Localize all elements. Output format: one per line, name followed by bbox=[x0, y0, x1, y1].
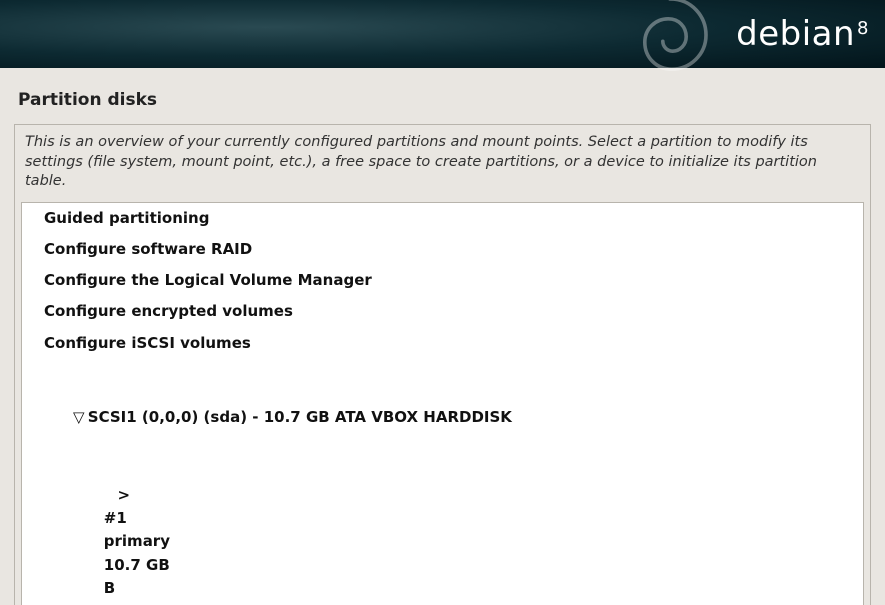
partition-listbox[interactable]: Guided partitioning Configure software R… bbox=[21, 202, 864, 605]
brand-name: debian bbox=[736, 14, 855, 54]
brand-text: debian8 bbox=[736, 14, 867, 54]
partition-formatflag: F bbox=[104, 600, 134, 605]
page-title: Partition disks bbox=[14, 68, 871, 124]
disk-entry[interactable]: ▽SCSI1 (0,0,0) (sda) - 10.7 GB ATA VBOX … bbox=[22, 379, 863, 457]
instructions-text: This is an overview of your currently co… bbox=[15, 125, 870, 202]
installer-header: debian8 bbox=[0, 0, 885, 68]
partition-type: primary bbox=[104, 530, 194, 553]
spacer bbox=[22, 359, 863, 379]
partition-arrow: > bbox=[104, 484, 144, 507]
menu-configure-raid[interactable]: Configure software RAID bbox=[22, 234, 863, 265]
menu-configure-iscsi[interactable]: Configure iSCSI volumes bbox=[22, 328, 863, 359]
partition-size: 10.7 GB bbox=[104, 554, 194, 577]
menu-configure-lvm[interactable]: Configure the Logical Volume Manager bbox=[22, 265, 863, 296]
page-body: Partition disks This is an overview of y… bbox=[0, 68, 885, 605]
menu-configure-encrypted[interactable]: Configure encrypted volumes bbox=[22, 296, 863, 327]
debian-swirl-icon bbox=[625, 0, 715, 80]
main-panel: This is an overview of your currently co… bbox=[14, 124, 871, 605]
brand-version: 8 bbox=[857, 18, 869, 39]
disk-label: SCSI1 (0,0,0) (sda) - 10.7 GB ATA VBOX H… bbox=[88, 408, 512, 426]
partition-number: #1 bbox=[104, 507, 144, 530]
disk-expand-icon: ▽ bbox=[72, 406, 86, 429]
menu-guided-partitioning[interactable]: Guided partitioning bbox=[22, 203, 863, 234]
partition-bootflag: B bbox=[104, 577, 134, 600]
partition-entry[interactable]: > #1 primary 10.7 GB B F ext4 / bbox=[22, 457, 863, 605]
